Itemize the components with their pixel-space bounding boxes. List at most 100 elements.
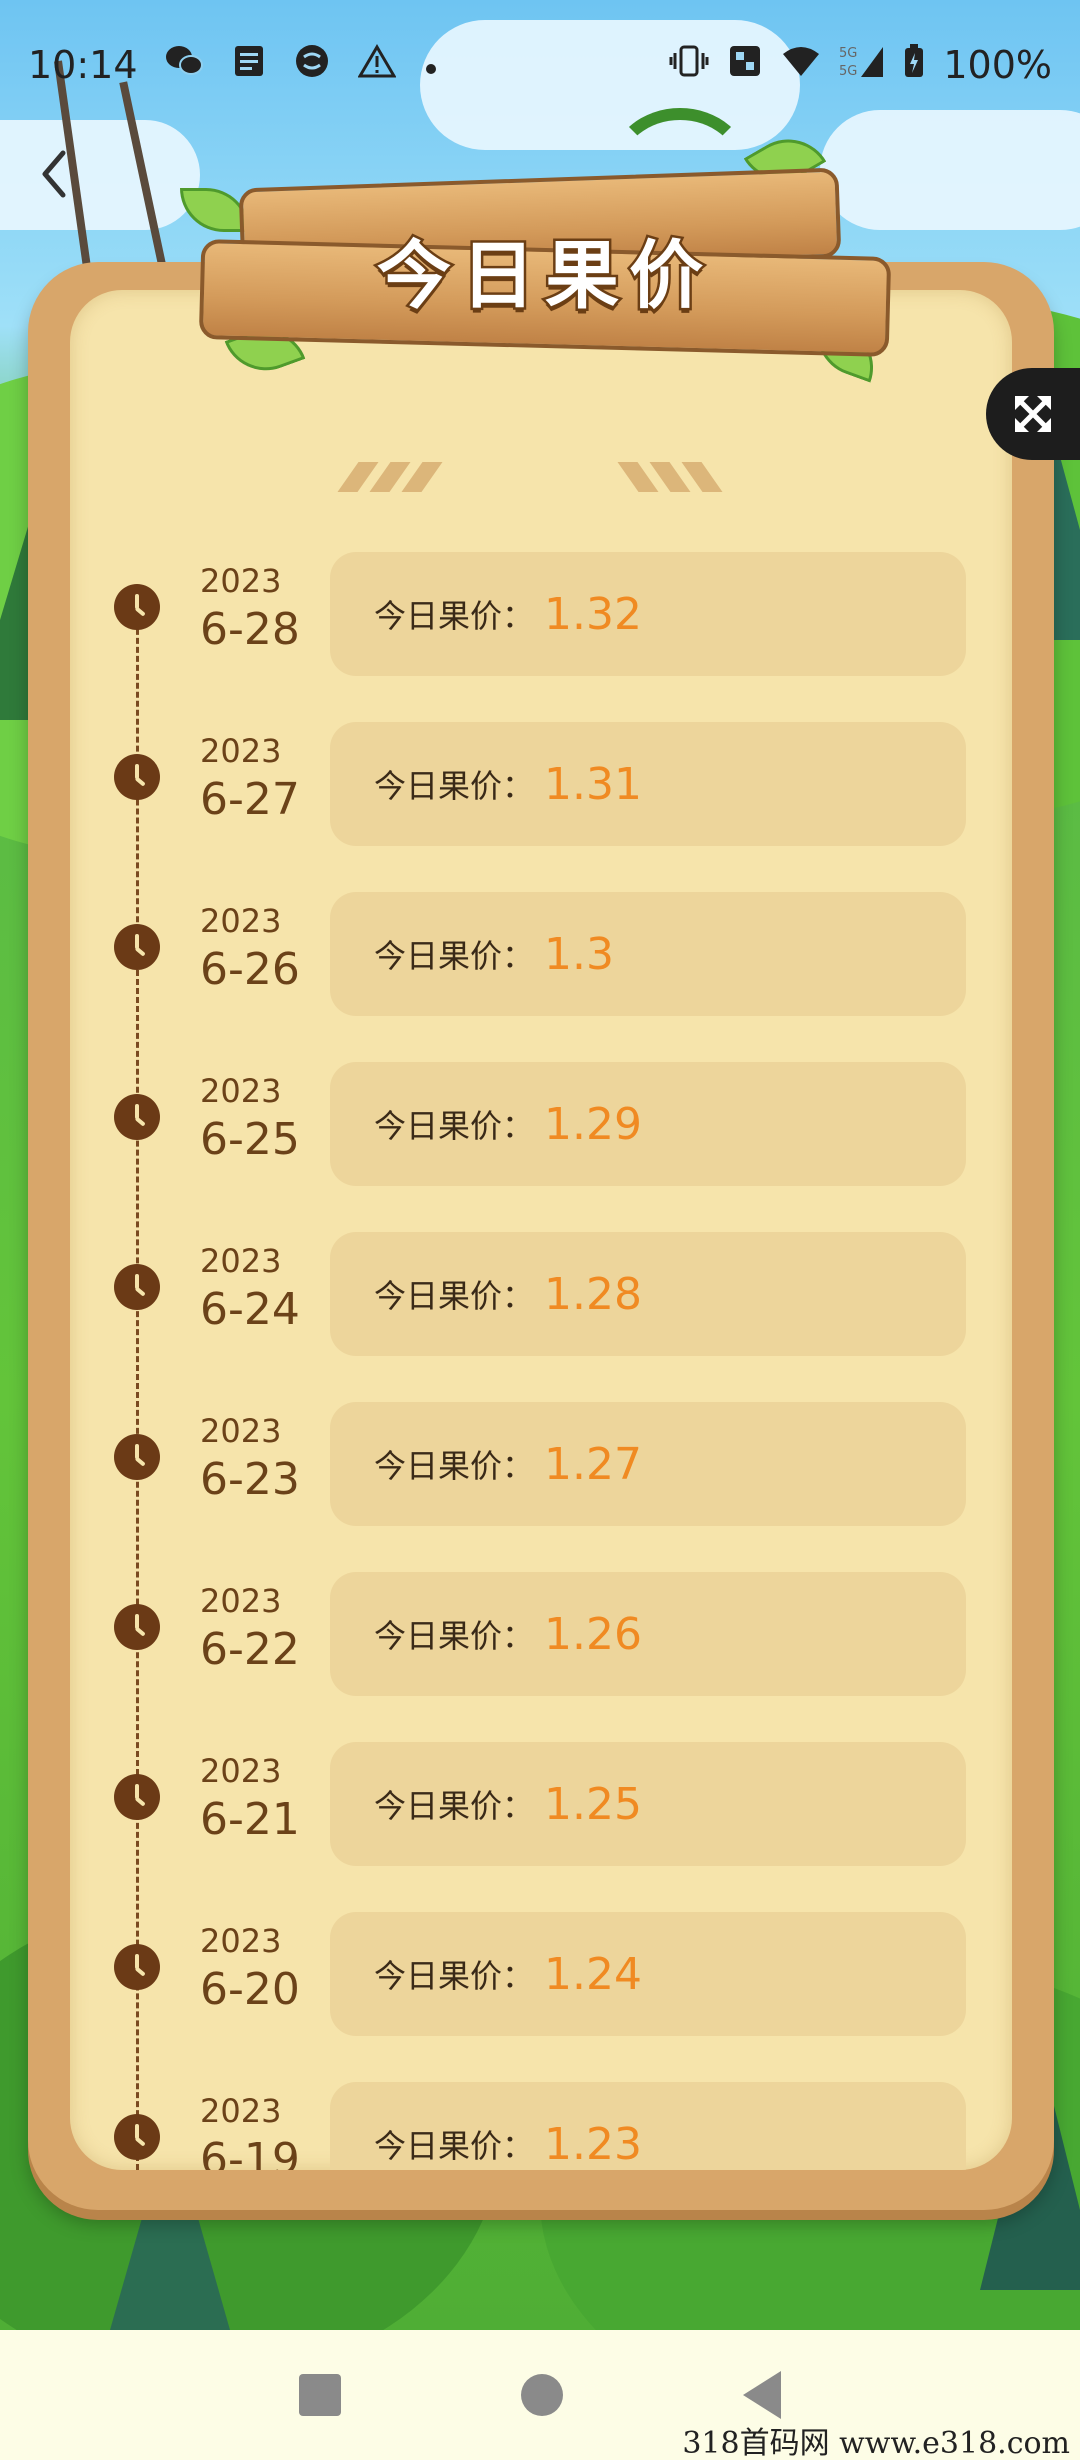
price-card: 今日果价： 1.3 — [330, 892, 966, 1016]
battery-icon — [903, 43, 925, 88]
clock-icon — [114, 1434, 160, 1480]
price-value: 1.3 — [544, 928, 614, 980]
wechat-icon — [164, 43, 204, 88]
panel-content: 2023 6-28 今日果价： 1.32 2023 6-27 今日果价： 1.31 2023 6-… — [70, 290, 1012, 2170]
recents-button[interactable] — [299, 2374, 341, 2416]
price-value: 1.32 — [544, 588, 642, 640]
network-label-top: 5G — [839, 46, 857, 61]
price-value: 1.27 — [544, 1438, 642, 1490]
item-year: 2023 — [200, 1072, 282, 1110]
price-label: 今日果价： — [374, 937, 535, 975]
dot-icon — [424, 45, 438, 85]
document-icon — [232, 43, 266, 88]
price-value: 1.29 — [544, 1098, 642, 1150]
item-date: 6-19 — [200, 2134, 300, 2170]
item-date: 6-24 — [200, 1284, 300, 1335]
price-card: 今日果价： 1.27 — [330, 1402, 966, 1526]
item-year: 2023 — [200, 1922, 282, 1960]
item-year: 2023 — [200, 1752, 282, 1790]
price-value: 1.26 — [544, 1608, 642, 1660]
price-value: 1.31 — [544, 758, 642, 810]
list-item: 2023 6-21 今日果价： 1.25 — [70, 1742, 1012, 1868]
clock-icon — [114, 1264, 160, 1310]
item-date: 6-26 — [200, 944, 300, 995]
warning-icon — [356, 43, 397, 87]
battery-percent: 100% — [943, 43, 1052, 87]
status-right-group: 5G 5G 100% — [669, 43, 1052, 88]
price-value: 1.24 — [544, 1948, 642, 2000]
app-notification-icon — [294, 43, 330, 88]
list-item: 2023 6-27 今日果价： 1.31 — [70, 722, 1012, 848]
price-card: 今日果价： 1.31 — [330, 722, 966, 846]
page-title: 今日果价 — [375, 231, 713, 322]
item-date: 6-22 — [200, 1624, 300, 1675]
nav-back-button[interactable] — [743, 2371, 781, 2419]
status-time: 10:14 — [28, 43, 138, 87]
list-item: 2023 6-19 今日果价： 1.23 — [70, 2082, 1012, 2170]
item-year: 2023 — [200, 1242, 282, 1280]
price-label: 今日果价： — [374, 1957, 535, 1995]
signal-icon: 5G 5G — [839, 43, 885, 88]
decor-stripes-right — [617, 462, 723, 492]
back-button[interactable] — [30, 140, 78, 208]
price-label: 今日果价： — [374, 767, 535, 805]
expand-button[interactable] — [986, 368, 1080, 460]
price-value: 1.28 — [544, 1268, 642, 1320]
item-year: 2023 — [200, 1412, 282, 1450]
clock-icon — [114, 1944, 160, 1990]
item-date: 6-20 — [200, 1964, 300, 2015]
price-history-panel: 2023 6-28 今日果价： 1.32 2023 6-27 今日果价： 1.31 2023 6-… — [28, 262, 1054, 2210]
list-item: 2023 6-26 今日果价： 1.3 — [70, 892, 1012, 1018]
item-date: 6-27 — [200, 774, 300, 825]
price-card: 今日果价： 1.24 — [330, 1912, 966, 2036]
clock-icon — [114, 2114, 160, 2160]
item-year: 2023 — [200, 902, 282, 940]
clock-icon — [114, 754, 160, 800]
expand-icon — [1015, 396, 1051, 432]
home-button[interactable] — [521, 2374, 563, 2416]
clock-icon — [114, 1774, 160, 1820]
price-label: 今日果价： — [374, 1447, 535, 1485]
item-year: 2023 — [200, 1582, 282, 1620]
item-date: 6-28 — [200, 604, 300, 655]
price-card: 今日果价： 1.23 — [330, 2082, 966, 2170]
price-label: 今日果价： — [374, 1787, 535, 1825]
clock-icon — [114, 1604, 160, 1650]
price-card: 今日果价： 1.28 — [330, 1232, 966, 1356]
price-label: 今日果价： — [374, 597, 535, 635]
price-label: 今日果价： — [374, 1107, 535, 1145]
clock-icon — [114, 924, 160, 970]
list-item: 2023 6-24 今日果价： 1.28 — [70, 1232, 1012, 1358]
price-card: 今日果价： 1.25 — [330, 1742, 966, 1866]
network-label-bottom: 5G — [839, 64, 857, 79]
sim-icon — [727, 43, 763, 88]
price-label: 今日果价： — [374, 1277, 535, 1315]
price-value: 1.23 — [544, 2118, 642, 2170]
price-card: 今日果价： 1.32 — [330, 552, 966, 676]
price-card: 今日果价： 1.29 — [330, 1062, 966, 1186]
vibrate-icon — [669, 43, 709, 88]
list-item: 2023 6-22 今日果价： 1.26 — [70, 1572, 1012, 1698]
item-date: 6-23 — [200, 1454, 300, 1505]
item-year: 2023 — [200, 2092, 282, 2130]
list-item: 2023 6-25 今日果价： 1.29 — [70, 1062, 1012, 1188]
list-item: 2023 6-28 今日果价： 1.32 — [70, 552, 1012, 678]
chevron-left-icon — [42, 150, 66, 198]
price-label: 今日果价： — [374, 1617, 535, 1655]
item-date: 6-25 — [200, 1114, 300, 1165]
watermark-text: 318首码网 www.e318.com — [682, 2426, 1070, 2460]
title-sign: 今日果价 — [180, 108, 900, 383]
list-item: 2023 6-23 今日果价： 1.27 — [70, 1402, 1012, 1528]
price-value: 1.25 — [544, 1778, 642, 1830]
price-label: 今日果价： — [374, 2127, 535, 2165]
decor-stripes-left — [337, 462, 443, 492]
wifi-icon — [781, 43, 821, 87]
clock-icon — [114, 1094, 160, 1140]
list-item: 2023 6-20 今日果价： 1.24 — [70, 1912, 1012, 2038]
price-card: 今日果价： 1.26 — [330, 1572, 966, 1696]
item-year: 2023 — [200, 732, 282, 770]
clock-icon — [114, 584, 160, 630]
item-date: 6-21 — [200, 1794, 300, 1845]
price-timeline[interactable]: 2023 6-28 今日果价： 1.32 2023 6-27 今日果价： 1.31 2023 6-… — [70, 552, 1012, 2170]
status-bar: 10:14 5G 5G 100% — [0, 0, 1080, 130]
